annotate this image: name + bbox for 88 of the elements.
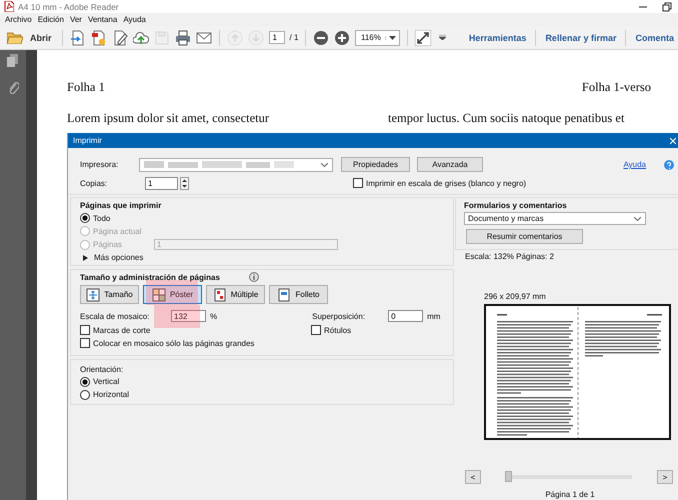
menu-item[interactable]: Ayuda (120, 15, 149, 24)
menu-item[interactable]: Archivo (2, 15, 35, 24)
page-indicator: Página 1 de 1 (544, 490, 596, 499)
panel-button[interactable]: Comenta (631, 32, 678, 42)
resize-icon (86, 288, 100, 302)
file-pencil-icon[interactable] (112, 30, 128, 46)
multiple-pages-icon (212, 288, 227, 302)
copies-field[interactable]: 1 (145, 176, 178, 190)
spinner-arrows[interactable] (180, 176, 189, 190)
radio-button[interactable] (80, 213, 90, 223)
field-label: Escala de mosaico: (80, 312, 150, 320)
window-title: A4 10 mm - Adobe Reader (18, 2, 119, 12)
mode-button[interactable]: Múltiple (206, 285, 265, 304)
radio-label: Horizontal (93, 390, 130, 399)
panel-button[interactable]: Herramientas (464, 32, 530, 42)
section-title: Tamaño y administración de páginas (80, 272, 220, 282)
menu-item[interactable]: Ver (66, 15, 85, 24)
cloud-upload-icon[interactable] (132, 30, 149, 46)
paperclip-icon[interactable] (7, 80, 19, 94)
unit-label: % (210, 312, 218, 320)
chevron-down-icon (634, 216, 641, 220)
restore-icon[interactable] (662, 2, 672, 12)
checkbox[interactable] (311, 325, 321, 335)
page-number-field[interactable]: 1 (268, 31, 285, 44)
zoom-out-icon[interactable] (313, 30, 330, 46)
zoom-dropdown[interactable]: 116% (355, 30, 400, 46)
unit-label: mm (427, 312, 440, 320)
comments-dropdown[interactable]: Documento y marcas (464, 212, 646, 225)
checkbox[interactable] (353, 178, 363, 188)
page-total: / 1 (290, 33, 298, 42)
menu-item[interactable]: Edición (34, 15, 67, 24)
radio-label: Página actual (93, 226, 142, 236)
mode-button[interactable]: Póster (143, 285, 202, 304)
radio-label: Páginas (93, 240, 122, 249)
file-plus-icon[interactable] (90, 30, 107, 46)
checkbox[interactable] (80, 338, 90, 348)
page-header: Folha 1-verso (582, 80, 651, 95)
panel-button[interactable]: Rellenar y firmar (541, 32, 620, 42)
radio-button[interactable] (80, 390, 90, 400)
radio-label: Todo (93, 214, 110, 222)
section-title: Formularios y comentarios (464, 201, 568, 210)
field-label: Orientación: (80, 365, 124, 374)
overflow-caret-icon[interactable] (439, 35, 446, 40)
tiles-icon (152, 288, 166, 302)
paper-size: 296 x 209,97 mm (484, 292, 547, 301)
section-title: Páginas que imprimir (80, 201, 162, 210)
summarize-button[interactable]: Resumir comentarios (466, 229, 583, 244)
printer-icon[interactable] (174, 30, 191, 46)
checkbox-label: Colocar en mosaico sólo las páginas grandes (93, 338, 254, 348)
open-button[interactable]: Abrir (4, 31, 55, 44)
menu-item[interactable]: Ventana (84, 15, 120, 24)
checkbox-label: Imprimir en escala de grises (blanco y negro) (366, 178, 526, 188)
radio-label: Vertical (93, 377, 120, 386)
mode-button[interactable]: Tamaño (80, 285, 139, 304)
expander-label[interactable]: Más opciones (94, 253, 144, 262)
body-text: tempor luctus. Cum sociis natoque penatibus et (388, 111, 624, 126)
slider-thumb[interactable] (505, 471, 512, 482)
help-icon[interactable] (664, 160, 674, 170)
mode-button[interactable]: Folleto (269, 285, 328, 304)
dialog-title: Imprimir (73, 136, 102, 145)
booklet-icon (277, 288, 292, 302)
field-label: Copias: (80, 178, 108, 188)
file-arrow-icon[interactable] (70, 30, 86, 46)
chevron-down-icon (321, 162, 328, 166)
advanced-button[interactable]: Avanzada (417, 157, 483, 172)
zoom-in-icon[interactable] (334, 30, 350, 46)
checkbox-label: Marcas de corte (93, 326, 150, 334)
pages-icon[interactable] (7, 54, 19, 67)
field-label: Superposición: (312, 312, 366, 320)
close-icon[interactable] (670, 136, 676, 144)
folder-icon (7, 31, 23, 44)
overlap-field[interactable]: 0 (388, 310, 424, 322)
body-text: Lorem ipsum dolor sit amet, consectetur (67, 111, 270, 126)
help-link[interactable]: Ayuda (623, 160, 646, 169)
previous-page-button[interactable]: < (465, 470, 481, 484)
radio-button[interactable] (80, 376, 90, 386)
scale-summary: Escala: 132% Páginas: 2 (465, 252, 555, 261)
envelope-icon[interactable] (196, 30, 212, 46)
disclosure-triangle-icon[interactable] (83, 254, 88, 260)
properties-button[interactable]: Propiedades (341, 157, 410, 172)
tile-scale-field[interactable]: 132 (171, 310, 206, 322)
checkbox[interactable] (80, 325, 90, 335)
next-page-button[interactable]: > (657, 470, 673, 484)
page-header: Folha 1 (67, 80, 105, 95)
checkbox-label: Rótulos (324, 326, 352, 334)
field-label: Impresora: (80, 160, 120, 169)
expand-icon[interactable] (415, 30, 432, 46)
info-icon[interactable] (248, 272, 259, 282)
